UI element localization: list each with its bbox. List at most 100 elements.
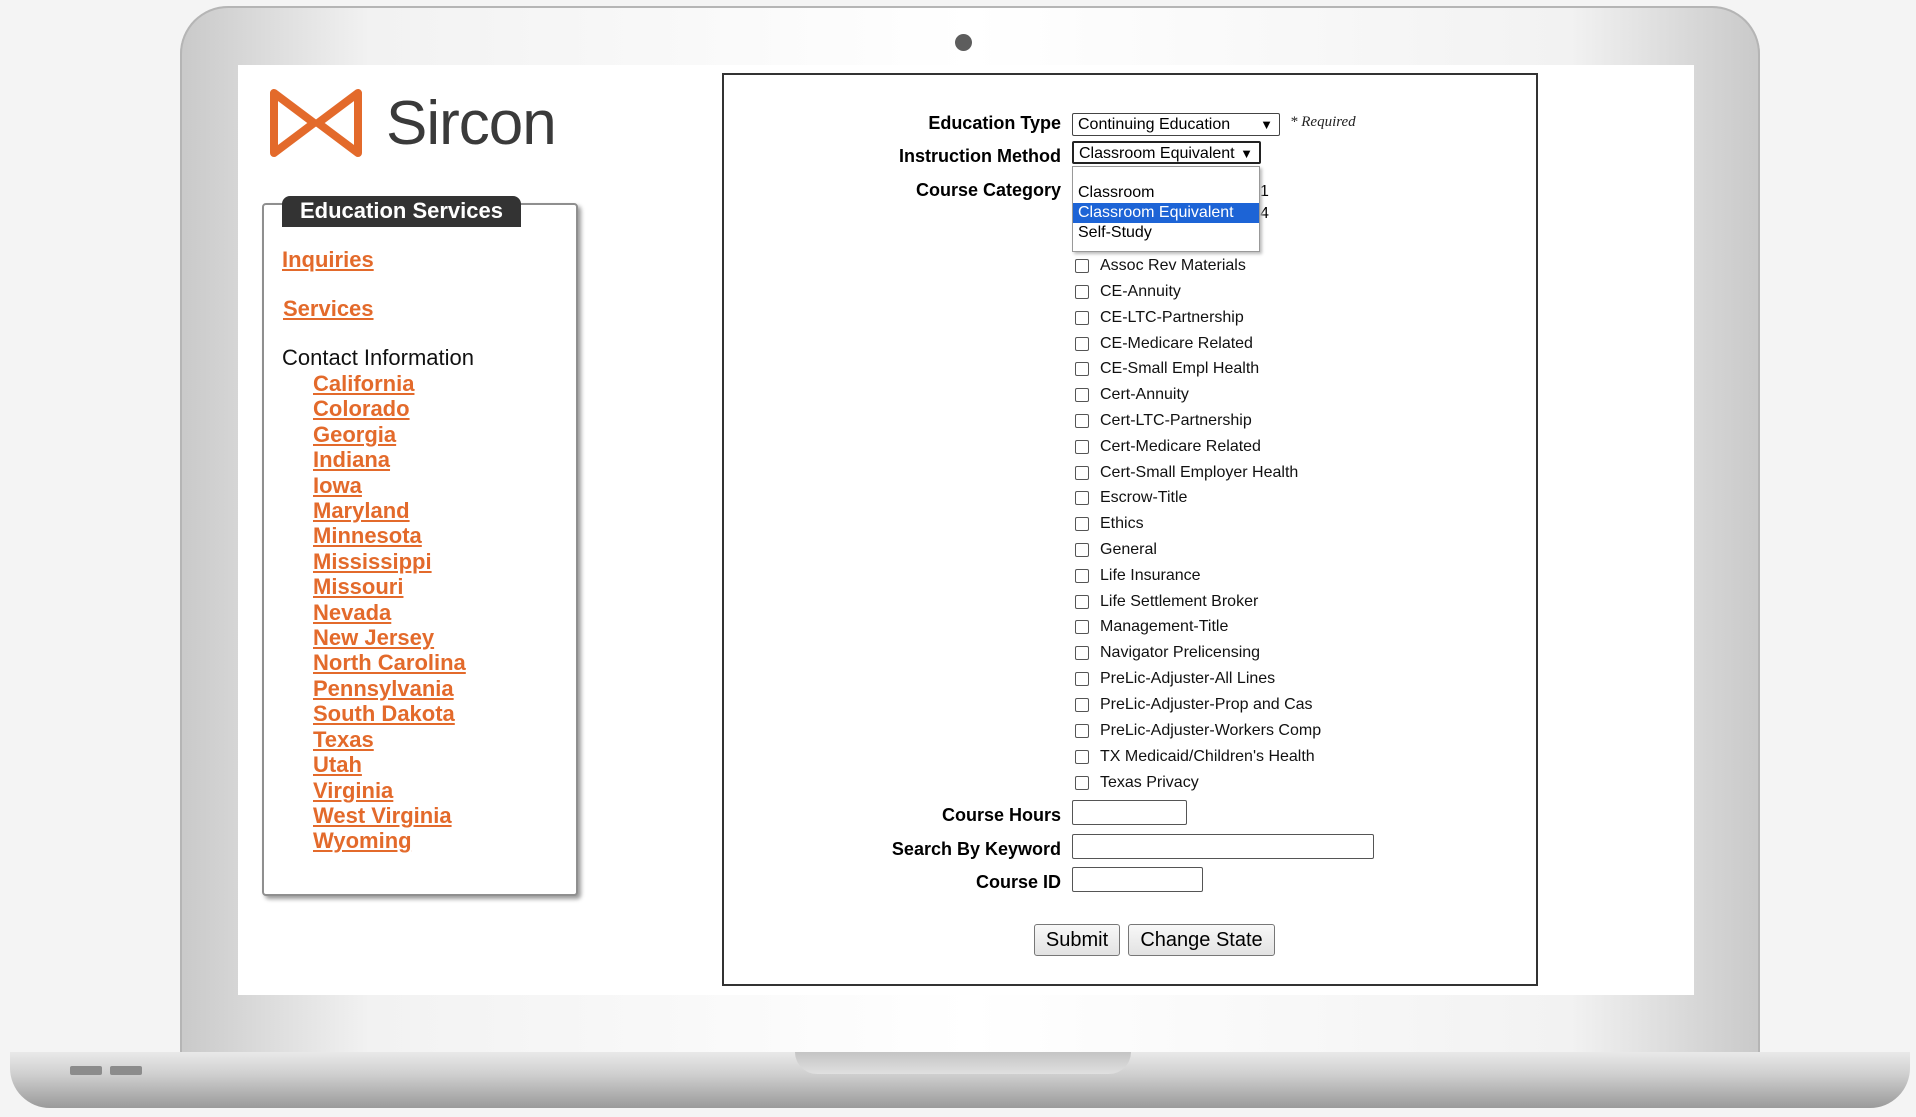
category-label: Escrow-Title <box>1100 489 1188 506</box>
course-id-input[interactable] <box>1072 867 1203 892</box>
state-link-colorado[interactable]: Colorado <box>313 396 410 421</box>
state-link-new-jersey[interactable]: New Jersey <box>313 625 434 650</box>
category-checkbox-row[interactable]: CE-LTC-Partnership <box>1075 309 1244 327</box>
laptop-notch <box>795 1052 1131 1074</box>
state-link-utah[interactable]: Utah <box>313 752 362 777</box>
state-link-nevada[interactable]: Nevada <box>313 600 391 625</box>
state-link-north-carolina[interactable]: North Carolina <box>313 650 466 675</box>
browser-screen: Sircon Education Services Inquiries Serv… <box>238 65 1694 995</box>
category-label: PreLic-Adjuster-Prop and Cas <box>1100 696 1313 713</box>
state-link-california[interactable]: California <box>313 371 414 396</box>
checkbox[interactable] <box>1075 776 1089 790</box>
checkbox[interactable] <box>1075 337 1089 351</box>
change-state-button[interactable]: Change State <box>1128 924 1275 956</box>
category-checkbox-row[interactable]: Escrow-Title <box>1075 489 1187 507</box>
category-label: TX Medicaid/Children's Health <box>1100 748 1315 765</box>
services-link[interactable]: Services <box>283 296 374 322</box>
course-id-label: Course ID <box>975 872 1061 892</box>
category-checkbox-row[interactable]: PreLic-Adjuster-All Lines <box>1075 670 1275 688</box>
category-label: Cert-Small Employer Health <box>1100 464 1299 481</box>
keyword-label: Search By Keyword <box>891 839 1061 859</box>
chevron-down-icon: ▼ <box>1260 117 1273 132</box>
checkbox[interactable] <box>1075 388 1089 402</box>
state-link-minnesota[interactable]: Minnesota <box>313 523 422 548</box>
category-checkbox-row[interactable]: CE-Annuity <box>1075 283 1181 301</box>
category-checkbox-row[interactable]: General <box>1075 541 1157 559</box>
brand-name: Sircon <box>386 88 557 158</box>
checkbox[interactable] <box>1075 620 1089 634</box>
category-checkbox-row[interactable]: TX Medicaid/Children's Health <box>1075 748 1315 766</box>
checkbox[interactable] <box>1075 698 1089 712</box>
state-link-indiana[interactable]: Indiana <box>313 447 390 472</box>
category-checkbox-row[interactable]: Cert-LTC-Partnership <box>1075 412 1252 430</box>
instruction-method-select[interactable]: Classroom Equivalent ▼ <box>1072 141 1261 164</box>
state-link-wyoming[interactable]: Wyoming <box>313 828 412 853</box>
category-label: PreLic-Adjuster-All Lines <box>1100 670 1276 687</box>
state-link-missouri[interactable]: Missouri <box>313 574 403 599</box>
state-link-west-virginia[interactable]: West Virginia <box>313 803 452 828</box>
instruction-method-label: Instruction Method <box>899 146 1061 166</box>
category-label: CE-Medicare Related <box>1100 335 1253 352</box>
checkbox[interactable] <box>1075 672 1089 686</box>
category-checkbox-row[interactable]: PreLic-Adjuster-Workers Comp <box>1075 722 1321 740</box>
checkbox[interactable] <box>1075 724 1089 738</box>
state-link-georgia[interactable]: Georgia <box>313 422 396 447</box>
category-checkbox-row[interactable]: CE-Medicare Related <box>1075 335 1253 353</box>
checkbox[interactable] <box>1075 543 1089 557</box>
state-link-mississippi[interactable]: Mississippi <box>313 549 432 574</box>
category-checkbox-row[interactable]: Navigator Prelicensing <box>1075 644 1260 662</box>
course-search-form: Education Type Continuing Education ▼ * … <box>722 73 1538 986</box>
camera-icon <box>955 34 972 51</box>
checkbox[interactable] <box>1075 414 1089 428</box>
category-checkbox-row[interactable]: Cert-Small Employer Health <box>1075 464 1298 482</box>
chevron-down-icon: ▼ <box>1240 146 1253 161</box>
checkbox[interactable] <box>1075 466 1089 480</box>
category-label: PreLic-Adjuster-Workers Comp <box>1100 722 1322 739</box>
category-checkbox-row[interactable]: Management-Title <box>1075 618 1228 636</box>
option-self-study[interactable]: Self-Study <box>1073 223 1259 243</box>
option-classroom-equivalent[interactable]: Classroom Equivalent <box>1073 203 1259 223</box>
course-hours-input[interactable] <box>1072 800 1187 825</box>
checkbox[interactable] <box>1075 750 1089 764</box>
state-link-south-dakota[interactable]: South Dakota <box>313 701 455 726</box>
inquiries-link[interactable]: Inquiries <box>282 247 374 273</box>
category-checkbox-row[interactable]: Ethics <box>1075 515 1144 533</box>
education-type-select[interactable]: Continuing Education ▼ <box>1072 113 1280 136</box>
option-classroom[interactable]: Classroom <box>1073 183 1259 203</box>
category-checkbox-row[interactable]: Cert-Annuity <box>1075 386 1189 404</box>
category-label: CE-LTC-Partnership <box>1100 309 1244 326</box>
category-checkbox-row[interactable]: CE-Small Empl Health <box>1075 360 1259 378</box>
checkbox[interactable] <box>1075 362 1089 376</box>
state-link-virginia[interactable]: Virginia <box>313 778 393 803</box>
checkbox[interactable] <box>1075 595 1089 609</box>
state-link-texas[interactable]: Texas <box>313 727 374 752</box>
course-hours-label: Course Hours <box>941 805 1061 825</box>
category-checkbox-row[interactable]: Life Insurance <box>1075 567 1201 585</box>
category-label: CE-Small Empl Health <box>1100 360 1260 377</box>
category-checkbox-row[interactable]: Cert-Medicare Related <box>1075 438 1261 456</box>
checkbox[interactable] <box>1075 311 1089 325</box>
checkbox[interactable] <box>1075 440 1089 454</box>
checkbox[interactable] <box>1075 491 1089 505</box>
category-checkbox-row[interactable]: Assoc Rev Materials <box>1075 257 1246 275</box>
keyword-input[interactable] <box>1072 834 1374 859</box>
state-link-pennsylvania[interactable]: Pennsylvania <box>313 676 454 701</box>
checkbox[interactable] <box>1075 259 1089 273</box>
checkbox[interactable] <box>1075 646 1089 660</box>
category-checkbox-row[interactable]: Texas Privacy <box>1075 774 1199 792</box>
category-label: CE-Annuity <box>1100 283 1181 300</box>
state-link-iowa[interactable]: Iowa <box>313 473 362 498</box>
state-link-maryland[interactable]: Maryland <box>313 498 410 523</box>
category-checkbox-row[interactable]: PreLic-Adjuster-Prop and Cas <box>1075 696 1313 714</box>
state-list: California Colorado Georgia Indiana Iowa… <box>313 371 466 854</box>
category-label: Navigator Prelicensing <box>1100 644 1261 661</box>
category-label: Assoc Rev Materials <box>1100 257 1246 274</box>
port-icon <box>110 1066 142 1075</box>
checkbox[interactable] <box>1075 569 1089 583</box>
category-checkbox-row[interactable]: Life Settlement Broker <box>1075 593 1258 611</box>
submit-button[interactable]: Submit <box>1034 924 1120 956</box>
sircon-mark-icon <box>270 89 362 157</box>
sircon-logo[interactable]: Sircon <box>268 87 557 159</box>
checkbox[interactable] <box>1075 285 1089 299</box>
checkbox[interactable] <box>1075 517 1089 531</box>
